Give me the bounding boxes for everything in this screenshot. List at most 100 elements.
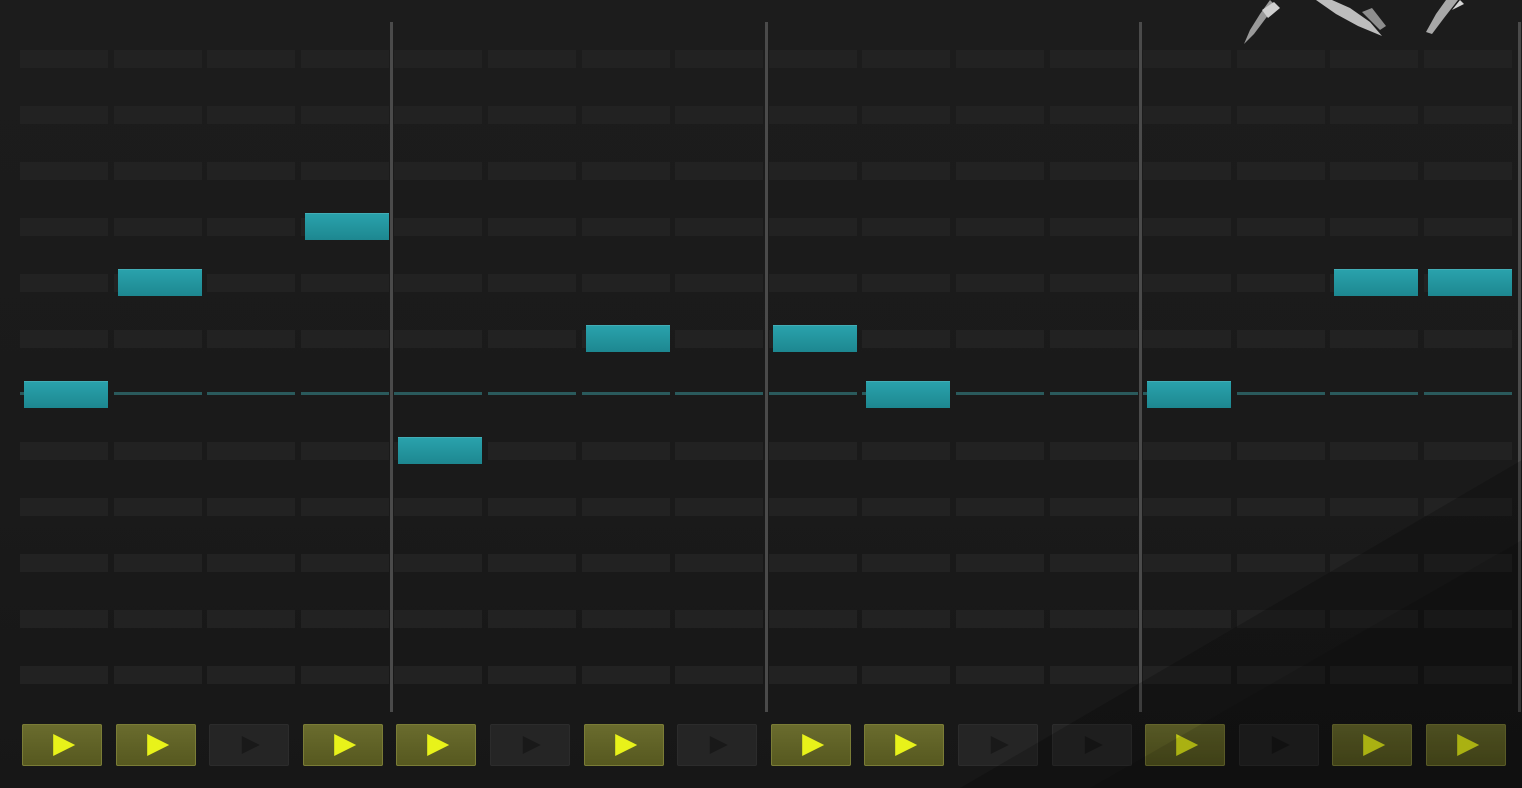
grid-cell[interactable] (1143, 162, 1232, 180)
grid-cell[interactable] (1049, 498, 1138, 516)
grid-cell[interactable] (1143, 106, 1232, 124)
grid-cell[interactable] (113, 162, 202, 180)
grid-cell[interactable] (675, 218, 764, 236)
grid-cell[interactable] (300, 162, 389, 180)
grid-cell[interactable] (1143, 442, 1232, 460)
grid-cell[interactable] (20, 218, 108, 236)
grid-cell[interactable] (1236, 218, 1325, 236)
grid-cell[interactable] (862, 554, 951, 572)
grid-cell[interactable] (862, 610, 951, 628)
grid-cell[interactable] (300, 106, 389, 124)
gate-step-button[interactable] (770, 724, 851, 766)
grid-cell[interactable] (20, 162, 108, 180)
grid-cell[interactable] (488, 274, 576, 292)
grid-cell[interactable] (394, 162, 483, 180)
grid-cell[interactable] (1236, 274, 1325, 292)
grid-cell[interactable] (956, 554, 1044, 572)
grid-cell[interactable] (113, 218, 202, 236)
grid-cell[interactable] (20, 554, 108, 572)
grid-cell[interactable] (768, 218, 857, 236)
grid-cell[interactable] (20, 442, 108, 460)
grid-cell[interactable] (1424, 106, 1512, 124)
grid-cell[interactable] (768, 554, 857, 572)
grid-cell[interactable] (1236, 554, 1325, 572)
grid-cell[interactable] (1143, 554, 1232, 572)
grid-cell[interactable] (394, 50, 483, 68)
gate-step-button[interactable] (1332, 724, 1413, 766)
grid-cell[interactable] (1330, 218, 1419, 236)
grid-cell[interactable] (1236, 666, 1325, 684)
grid-cell[interactable] (768, 610, 857, 628)
grid-cell[interactable] (1236, 442, 1325, 460)
grid-cell[interactable] (488, 498, 576, 516)
grid-cell[interactable] (862, 274, 951, 292)
grid-cell[interactable] (1424, 330, 1512, 348)
grid-cell[interactable] (300, 50, 389, 68)
grid-cell[interactable] (956, 50, 1044, 68)
gate-step-button[interactable] (490, 724, 570, 766)
grid-cell[interactable] (488, 442, 576, 460)
grid-cell[interactable] (1143, 666, 1232, 684)
grid-cell[interactable] (862, 442, 951, 460)
grid-cell[interactable] (113, 554, 202, 572)
grid-cell[interactable] (956, 218, 1044, 236)
grid-cell[interactable] (1424, 442, 1512, 460)
grid-cell[interactable] (1330, 106, 1419, 124)
note-block[interactable] (304, 213, 389, 240)
grid-cell[interactable] (1424, 162, 1512, 180)
grid-cell[interactable] (768, 666, 857, 684)
grid-cell[interactable] (207, 442, 296, 460)
grid-cell[interactable] (1236, 330, 1325, 348)
grid-cell[interactable] (20, 498, 108, 516)
gate-step-button[interactable] (677, 724, 758, 766)
grid-cell[interactable] (862, 666, 951, 684)
grid-cell[interactable] (768, 162, 857, 180)
grid-cell[interactable] (581, 162, 670, 180)
grid-cell[interactable] (675, 554, 764, 572)
grid-cell[interactable] (1236, 498, 1325, 516)
grid-cell[interactable] (1049, 554, 1138, 572)
grid-cell[interactable] (300, 498, 389, 516)
grid-cell[interactable] (675, 610, 764, 628)
grid-cell[interactable] (20, 330, 108, 348)
grid-cell[interactable] (1049, 330, 1138, 348)
gate-step-button[interactable] (209, 724, 290, 766)
grid-cell[interactable] (1330, 610, 1419, 628)
grid-cell[interactable] (300, 610, 389, 628)
gate-step-button[interactable] (1238, 724, 1319, 766)
grid-cell[interactable] (207, 610, 296, 628)
grid-cell[interactable] (768, 442, 857, 460)
grid-cell[interactable] (1049, 274, 1138, 292)
grid-cell[interactable] (581, 498, 670, 516)
grid-cell[interactable] (675, 50, 764, 68)
grid-cell[interactable] (1330, 50, 1419, 68)
grid-cell[interactable] (1424, 498, 1512, 516)
grid-cell[interactable] (1049, 218, 1138, 236)
grid-cell[interactable] (1143, 498, 1232, 516)
grid-cell[interactable] (675, 666, 764, 684)
grid-cell[interactable] (956, 442, 1044, 460)
grid-cell[interactable] (488, 162, 576, 180)
grid-cell[interactable] (394, 218, 483, 236)
grid-cell[interactable] (1236, 162, 1325, 180)
grid-cell[interactable] (956, 106, 1044, 124)
grid-cell[interactable] (20, 610, 108, 628)
grid-cell[interactable] (207, 218, 296, 236)
grid-cell[interactable] (581, 554, 670, 572)
grid-cell[interactable] (394, 554, 483, 572)
grid-cell[interactable] (113, 330, 202, 348)
grid-cell[interactable] (207, 498, 296, 516)
grid-cell[interactable] (1330, 162, 1419, 180)
grid-cell[interactable] (768, 50, 857, 68)
grid-cell[interactable] (394, 610, 483, 628)
grid-cell[interactable] (862, 106, 951, 124)
grid-cell[interactable] (1049, 666, 1138, 684)
grid-cell[interactable] (1049, 50, 1138, 68)
grid-cell[interactable] (1424, 50, 1512, 68)
grid-cell[interactable] (675, 498, 764, 516)
grid-cell[interactable] (581, 442, 670, 460)
grid-cell[interactable] (1236, 610, 1325, 628)
grid-cell[interactable] (1143, 218, 1232, 236)
grid-cell[interactable] (113, 50, 202, 68)
grid-cell[interactable] (956, 666, 1044, 684)
